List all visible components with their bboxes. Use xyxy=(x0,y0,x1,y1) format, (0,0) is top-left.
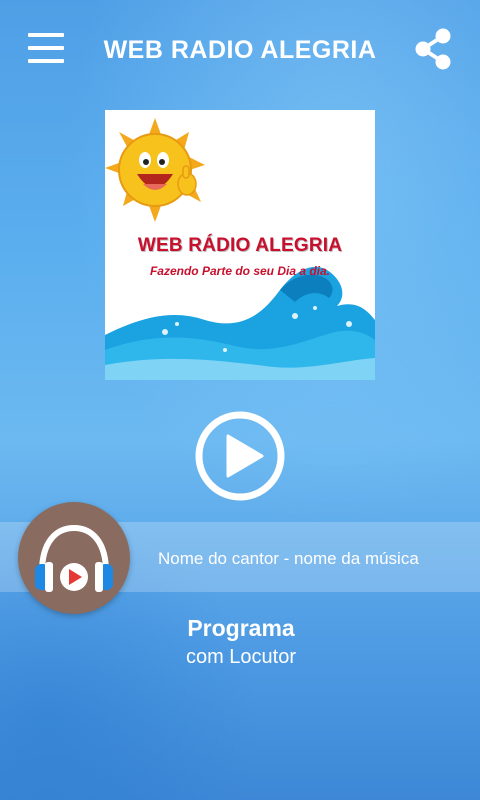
track-info: Nome do cantor - nome da música xyxy=(158,549,419,568)
logo-subtitle: Fazendo Parte do seu Dia a dia. xyxy=(149,264,331,278)
wave-graphic xyxy=(105,266,375,380)
station-logo: WEB RÁDIO ALEGRIA Fazendo Parte do seu D… xyxy=(105,110,375,380)
program-host: com Locutor xyxy=(185,646,297,668)
app-bar: WEB RADIO ALEGRIA xyxy=(0,0,480,100)
share-icon xyxy=(415,28,451,70)
share-button[interactable] xyxy=(414,28,454,70)
logo-title: WEB RÁDIO ALEGRIA xyxy=(137,235,343,256)
play-button[interactable] xyxy=(194,410,286,502)
program-avatar xyxy=(18,502,130,614)
app-title: WEB RADIO ALEGRIA xyxy=(103,36,377,64)
play-circle-icon xyxy=(195,411,285,501)
sun-icon xyxy=(105,118,205,222)
headphones-play-icon xyxy=(35,524,113,592)
program-name: Programa xyxy=(187,615,295,641)
